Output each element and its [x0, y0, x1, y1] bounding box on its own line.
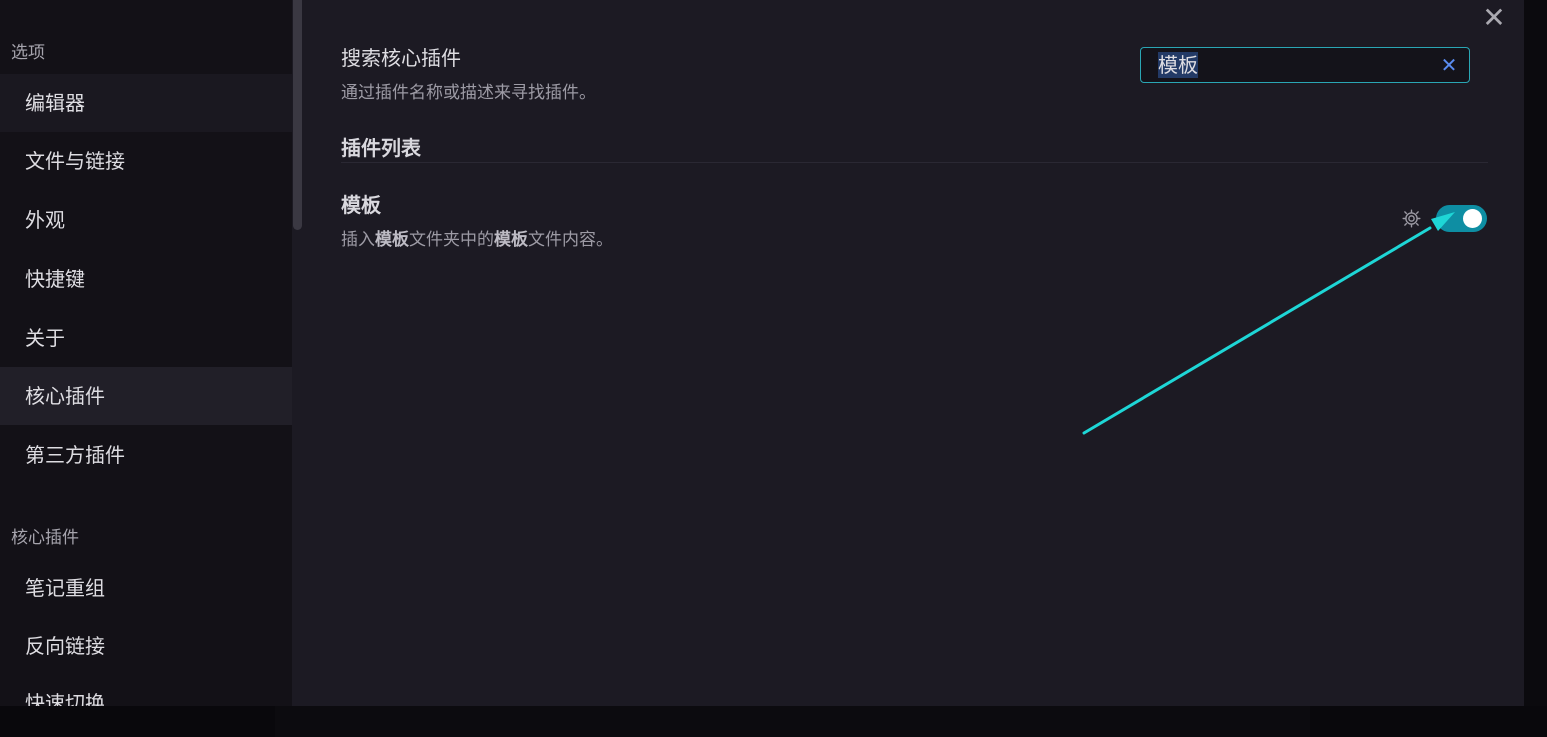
sidebar-item-backlinks[interactable]: 反向链接 [0, 617, 292, 675]
sidebar-item-hotkeys[interactable]: 快捷键 [0, 250, 292, 308]
scrollbar-thumb[interactable] [293, 0, 302, 230]
background-block [275, 706, 1310, 737]
gear-icon[interactable] [1401, 208, 1422, 229]
sidebar: 选项 编辑器 文件与链接 外观 快捷键 关于 核心插件 第三方插件 核心插件 笔… [0, 0, 292, 706]
toggle-knob [1463, 209, 1482, 228]
plugin-list-heading: 插件列表 [341, 136, 421, 160]
search-setting-title: 搜索核心插件 [341, 46, 461, 70]
settings-modal: 选项 编辑器 文件与链接 外观 快捷键 关于 核心插件 第三方插件 核心插件 笔… [0, 0, 1524, 706]
plugin-description-highlight: 模板 [375, 230, 409, 250]
sidebar-item-appearance[interactable]: 外观 [0, 191, 292, 249]
search-input-value[interactable]: 模板 [1158, 52, 1198, 78]
background-strip [0, 706, 1547, 737]
search-setting-description: 通过插件名称或描述来寻找插件。 [341, 83, 596, 103]
sidebar-section-options: 选项 [11, 43, 45, 63]
plugin-description-part: 文件内容。 [528, 230, 613, 250]
sidebar-item-files-links[interactable]: 文件与链接 [0, 132, 292, 190]
close-icon: ✕ [1482, 1, 1506, 34]
plugin-toggle[interactable] [1436, 205, 1487, 232]
sidebar-item-quick-switcher[interactable]: 快速切换 [0, 674, 292, 706]
search-input[interactable]: 模板 ✕ [1140, 47, 1470, 83]
plugin-description-part: 插入 [341, 230, 375, 250]
plugin-description-part: 文件夹中的 [409, 230, 494, 250]
sidebar-item-editor[interactable]: 编辑器 [0, 74, 292, 132]
sidebar-item-about[interactable]: 关于 [0, 309, 292, 367]
plugin-name: 模板 [341, 193, 381, 217]
sidebar-scrollbar[interactable] [292, 0, 303, 706]
sidebar-item-core-plugins[interactable]: 核心插件 [0, 367, 292, 425]
clear-icon[interactable]: ✕ [1438, 52, 1460, 78]
plugin-description-highlight: 模板 [494, 230, 528, 250]
divider [341, 162, 1488, 163]
close-button[interactable]: ✕ [1480, 4, 1508, 32]
plugin-description: 插入模板文件夹中的模板文件内容。 [341, 225, 613, 250]
sidebar-item-community-plugins[interactable]: 第三方插件 [0, 426, 292, 484]
sidebar-section-core-plugins: 核心插件 [11, 528, 79, 548]
sidebar-item-note-composer[interactable]: 笔记重组 [0, 559, 292, 617]
